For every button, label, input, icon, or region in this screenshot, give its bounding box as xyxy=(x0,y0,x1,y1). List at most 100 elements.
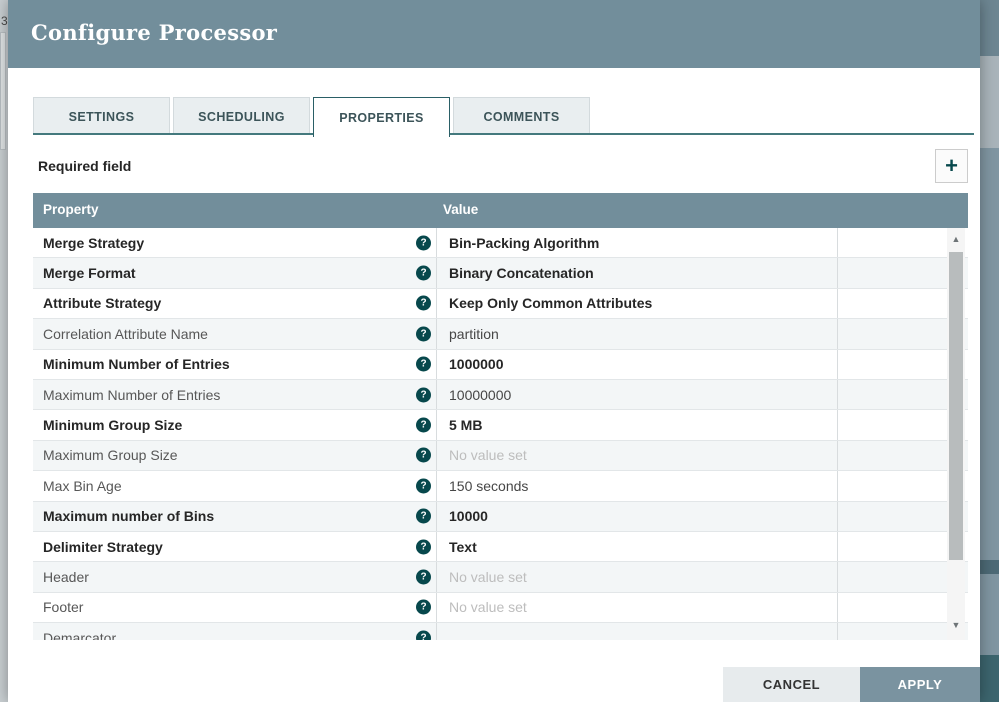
dialog-header: Configure Processor xyxy=(8,0,980,68)
property-name: Header xyxy=(43,569,89,585)
table-row: Minimum Number of Entries ? 1000000 xyxy=(33,350,968,380)
property-value-cell[interactable]: 5 MB xyxy=(437,410,838,439)
property-value: 1000000 xyxy=(449,356,504,372)
background-app-left-strip: 3 xyxy=(0,0,8,702)
property-value: Keep Only Common Attributes xyxy=(449,295,652,311)
table-row: Header ? No value set xyxy=(33,562,968,592)
table-row: Max Bin Age ? 150 seconds xyxy=(33,471,968,501)
table-rows: Merge Strategy ? Bin-Packing Algorithm M… xyxy=(33,228,968,640)
property-name: Minimum Number of Entries xyxy=(43,356,230,372)
help-icon[interactable]: ? xyxy=(416,235,431,250)
property-value-cell[interactable]: 150 seconds xyxy=(437,471,838,500)
property-name-cell: Max Bin Age ? xyxy=(33,471,437,500)
help-icon[interactable]: ? xyxy=(416,448,431,463)
scroll-down-icon[interactable]: ▼ xyxy=(947,616,965,634)
property-value-cell[interactable]: No value set xyxy=(437,441,838,470)
cancel-button[interactable]: CANCEL xyxy=(723,667,860,702)
required-field-label: Required field xyxy=(38,158,131,174)
help-icon[interactable]: ? xyxy=(416,630,431,640)
property-name: Footer xyxy=(43,599,83,615)
row-extra-cell xyxy=(838,562,945,591)
help-icon[interactable]: ? xyxy=(416,569,431,584)
property-name-cell: Demarcator ? xyxy=(33,623,437,640)
property-name: Max Bin Age xyxy=(43,478,122,494)
property-value-cell[interactable]: Text xyxy=(437,532,838,561)
table-row: Merge Strategy ? Bin-Packing Algorithm xyxy=(33,228,968,258)
property-name: Maximum Group Size xyxy=(43,447,178,463)
property-value: 10000 xyxy=(449,508,488,524)
plus-icon: + xyxy=(945,153,958,178)
property-name-cell: Minimum Group Size ? xyxy=(33,410,437,439)
row-extra-cell xyxy=(838,319,945,348)
help-icon[interactable]: ? xyxy=(416,296,431,311)
background-app-right-strip xyxy=(980,0,999,702)
table-row: Footer ? No value set xyxy=(33,593,968,623)
table-row: Merge Format ? Binary Concatenation xyxy=(33,258,968,288)
property-value-cell[interactable]: No value set xyxy=(437,593,838,622)
property-value: 150 seconds xyxy=(449,478,528,494)
property-name-cell: Maximum Group Size ? xyxy=(33,441,437,470)
property-name-cell: Maximum Number of Entries ? xyxy=(33,380,437,409)
help-icon[interactable]: ? xyxy=(416,539,431,554)
property-value-cell[interactable]: 10000 xyxy=(437,502,838,531)
property-value-cell[interactable]: 1000000 xyxy=(437,350,838,379)
dialog-title: Configure Processor xyxy=(31,20,277,45)
tab-properties[interactable]: PROPERTIES xyxy=(313,97,450,137)
tab-bar: SETTINGS SCHEDULING PROPERTIES COMMENTS xyxy=(33,97,955,135)
tab-settings[interactable]: SETTINGS xyxy=(33,97,170,135)
background-panel-edge xyxy=(0,32,6,150)
help-icon[interactable]: ? xyxy=(416,478,431,493)
property-value-cell[interactable]: Bin-Packing Algorithm xyxy=(437,228,838,257)
property-name: Maximum number of Bins xyxy=(43,508,214,524)
property-value: 10000000 xyxy=(449,387,511,403)
property-value: Binary Concatenation xyxy=(449,265,594,281)
help-icon[interactable]: ? xyxy=(416,326,431,341)
property-name-cell: Correlation Attribute Name ? xyxy=(33,319,437,348)
help-icon[interactable]: ? xyxy=(416,387,431,402)
property-value-cell[interactable]: 10000000 xyxy=(437,380,838,409)
vertical-scrollbar[interactable]: ▲ ▼ xyxy=(947,228,965,640)
property-value: partition xyxy=(449,326,499,342)
tab-comments[interactable]: COMMENTS xyxy=(453,97,590,135)
help-icon[interactable]: ? xyxy=(416,600,431,615)
table-row: Delimiter Strategy ? Text xyxy=(33,532,968,562)
property-name: Demarcator xyxy=(43,630,116,640)
property-name-cell: Merge Format ? xyxy=(33,258,437,287)
add-property-button[interactable]: + xyxy=(935,149,968,183)
background-band xyxy=(980,560,999,574)
row-extra-cell xyxy=(838,258,945,287)
property-name: Correlation Attribute Name xyxy=(43,326,208,342)
tab-label: PROPERTIES xyxy=(339,111,424,125)
table-row: Maximum Number of Entries ? 10000000 xyxy=(33,380,968,410)
row-extra-cell xyxy=(838,410,945,439)
help-icon[interactable]: ? xyxy=(416,509,431,524)
table-header: Property Value xyxy=(33,193,968,228)
row-extra-cell xyxy=(838,441,945,470)
table-row: Minimum Group Size ? 5 MB xyxy=(33,410,968,440)
scroll-up-icon[interactable]: ▲ xyxy=(947,230,965,248)
help-icon[interactable]: ? xyxy=(416,418,431,433)
tab-label: SETTINGS xyxy=(69,110,135,124)
property-name-cell: Header ? xyxy=(33,562,437,591)
help-icon[interactable]: ? xyxy=(416,357,431,372)
tab-scheduling[interactable]: SCHEDULING xyxy=(173,97,310,135)
scrollbar-thumb[interactable] xyxy=(949,252,963,560)
row-extra-cell xyxy=(838,593,945,622)
properties-table-body: Merge Strategy ? Bin-Packing Algorithm M… xyxy=(33,228,968,640)
background-text-fragment: 3 xyxy=(1,14,8,28)
property-value-cell[interactable]: No value set xyxy=(437,562,838,591)
property-value-cell[interactable]: partition xyxy=(437,319,838,348)
property-name: Maximum Number of Entries xyxy=(43,387,220,403)
apply-button[interactable]: APPLY xyxy=(860,667,980,702)
property-name-cell: Maximum number of Bins ? xyxy=(33,502,437,531)
property-value-cell[interactable] xyxy=(437,623,838,640)
property-name-cell: Delimiter Strategy ? xyxy=(33,532,437,561)
help-icon[interactable]: ? xyxy=(416,266,431,281)
property-value: No value set xyxy=(449,569,527,585)
background-band xyxy=(980,0,999,56)
row-extra-cell xyxy=(838,471,945,500)
property-value-cell[interactable]: Binary Concatenation xyxy=(437,258,838,287)
property-value-cell[interactable]: Keep Only Common Attributes xyxy=(437,289,838,318)
table-row: Maximum Group Size ? No value set xyxy=(33,441,968,471)
property-value: Text xyxy=(449,539,477,555)
